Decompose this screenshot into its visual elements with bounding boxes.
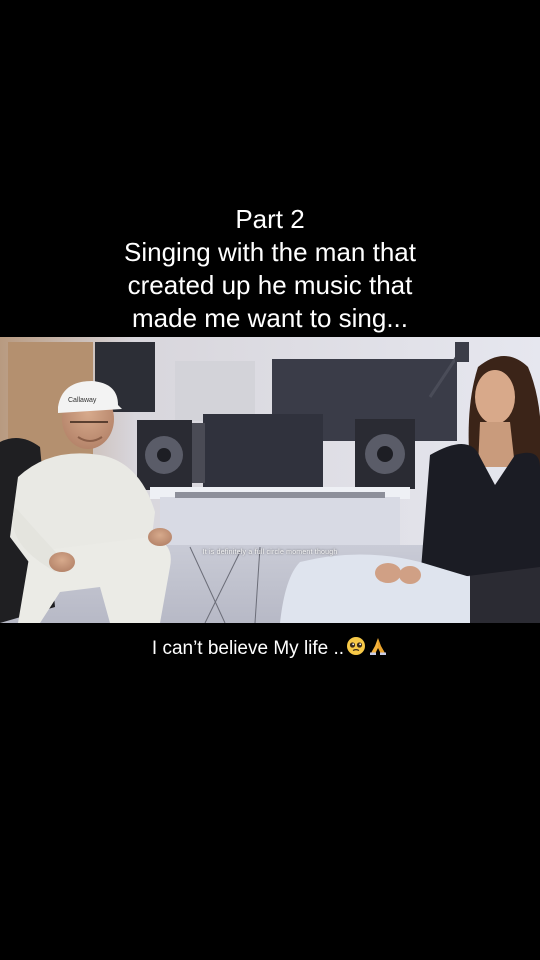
monitor (203, 414, 323, 489)
bottom-caption-text: I can’t believe My life .. (151, 638, 345, 659)
caption-line: Singing with the man that (124, 237, 416, 267)
caption-line: Part 2 (235, 204, 305, 234)
caption-line: created up he music that (127, 270, 413, 300)
studio-scene: Callaway (0, 337, 540, 623)
top-caption: Part 2 Singing with the man that created… (0, 203, 540, 335)
caption-line: made me want to sing... (131, 303, 409, 333)
microphone (455, 342, 469, 362)
cap-logo: Callaway (68, 397, 97, 404)
bottom-caption: I can’t believe My life .. (0, 636, 540, 663)
keyboard (175, 492, 385, 498)
pleading-face-emoji (346, 636, 366, 663)
folded-hands-emoji (368, 636, 388, 663)
video-frame[interactable]: Callaway It is definitely a full circle … (0, 337, 540, 623)
video-subtitle: It is definitely a full circle moment th… (202, 549, 338, 556)
black-top (420, 443, 540, 582)
